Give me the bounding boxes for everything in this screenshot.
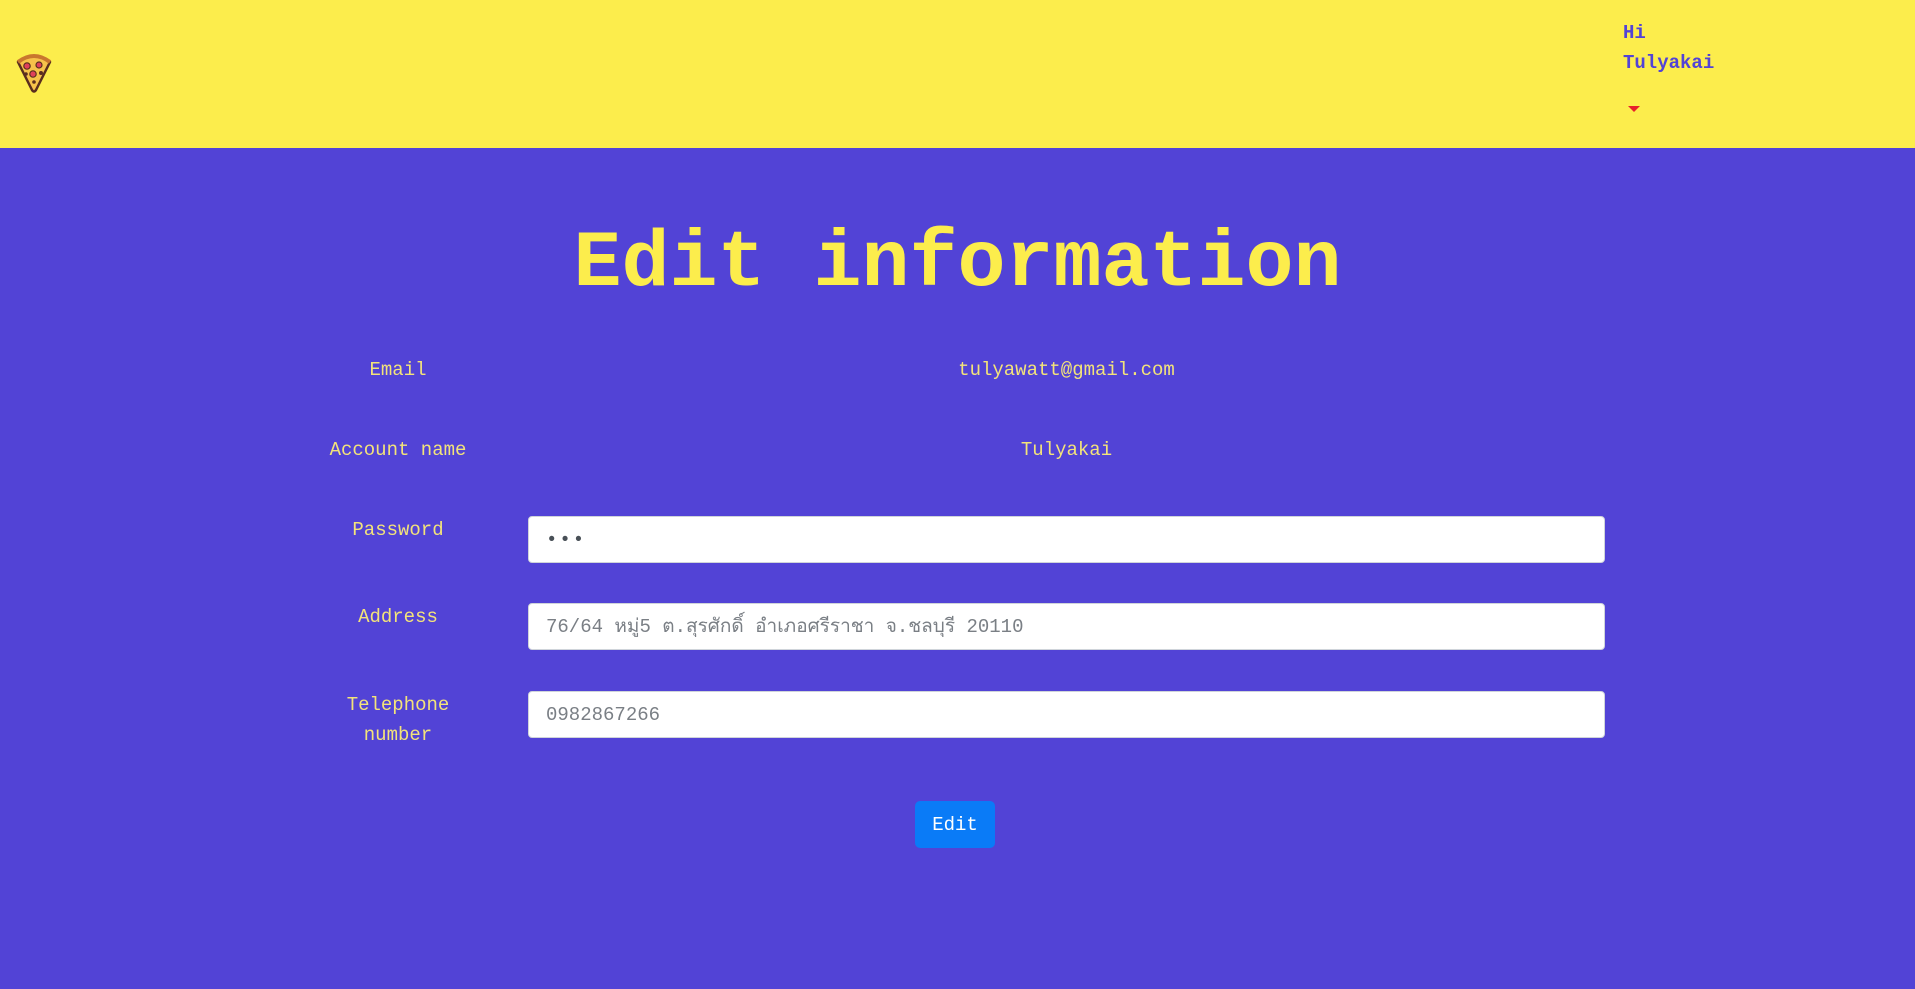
email-label: Email: [369, 359, 427, 381]
password-label: Password: [352, 519, 444, 541]
pizza-icon[interactable]: [14, 52, 54, 94]
caret-down-icon[interactable]: [1628, 106, 1640, 112]
address-label: Address: [358, 606, 438, 628]
user-greeting[interactable]: Hi Tulyakai: [1623, 18, 1714, 78]
address-field[interactable]: [528, 603, 1605, 650]
account-name-value: Tulyakai: [1020, 439, 1113, 461]
navbar: Hi Tulyakai: [0, 0, 1915, 148]
greeting-username: Tulyakai: [1623, 52, 1715, 74]
greeting-hi: Hi: [1623, 22, 1646, 44]
page-title: Edit information: [573, 219, 1342, 310]
email-value: tulyawatt@gmail.com: [958, 359, 1175, 381]
telephone-label-line1: Telephone: [346, 694, 450, 716]
telephone-field[interactable]: [528, 691, 1605, 738]
account-name-label: Account name: [329, 439, 467, 461]
telephone-label-line2: number: [363, 724, 433, 746]
edit-button[interactable]: Edit: [915, 801, 995, 848]
telephone-label: Telephone number: [298, 690, 498, 750]
password-field[interactable]: [528, 516, 1605, 563]
